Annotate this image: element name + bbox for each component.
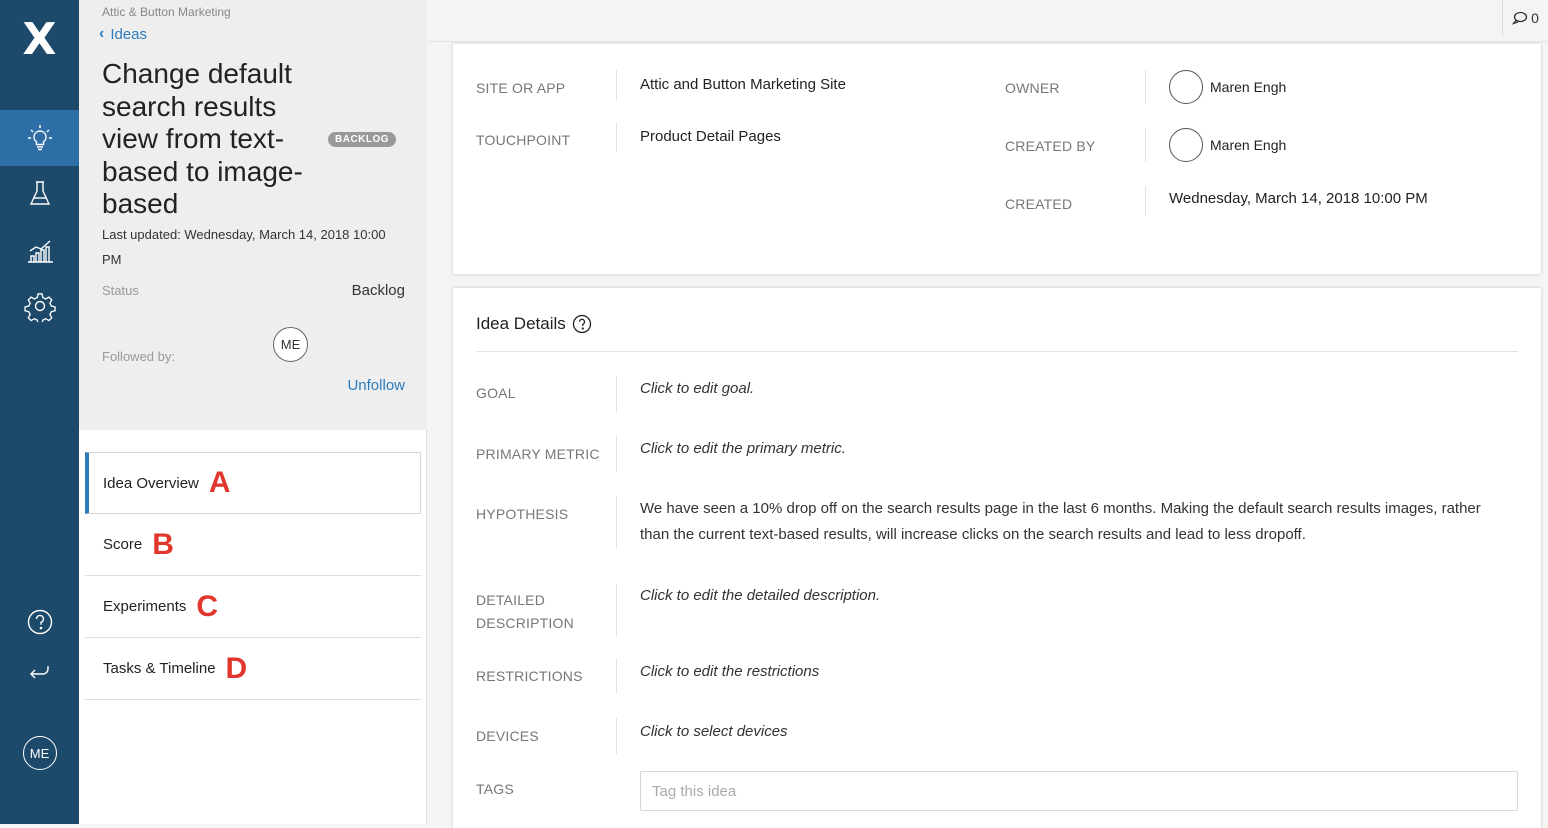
divider (616, 718, 617, 754)
user-avatar: ME (22, 736, 57, 770)
idea-header: Attic & Button Marketing ‹ Ideas Change … (79, 0, 427, 430)
annotation-letter: D (225, 651, 248, 685)
follower-avatar: ME (273, 327, 308, 362)
created-by-label: CREATED BY (1005, 138, 1096, 154)
user-initials: ME (29, 745, 50, 761)
divider (476, 351, 1518, 352)
site-label: SITE OR APP (476, 80, 566, 96)
status-value[interactable]: Backlog (311, 282, 405, 299)
menu-item-label: Experiments (103, 598, 187, 615)
menu-item-label: Idea Overview (103, 474, 199, 492)
nav-return[interactable] (0, 644, 79, 700)
comments-button[interactable]: 0 (1502, 0, 1548, 36)
restrictions-field[interactable]: Click to edit the restrictions (640, 663, 819, 680)
nav-settings[interactable] (0, 278, 79, 334)
org-name: Attic & Button Marketing (102, 5, 231, 19)
nav-reports[interactable] (0, 222, 79, 278)
idea-section-menu: Idea Overview A Score B Experiments C Ta… (85, 452, 421, 700)
status-label: Status (102, 283, 139, 298)
goal-field[interactable]: Click to edit goal. (640, 380, 754, 397)
created-label: CREATED (1005, 196, 1073, 212)
bar-chart-icon (27, 240, 53, 263)
divider (616, 436, 617, 472)
help-icon[interactable] (572, 314, 592, 334)
gear-icon (23, 293, 56, 322)
nav-ideas[interactable] (0, 110, 79, 166)
creator-name: Maren Engh (1210, 137, 1287, 153)
last-updated: Last updated: Wednesday, March 14, 2018 … (102, 227, 386, 267)
restrictions-label: RESTRICTIONS (476, 668, 583, 684)
app-logo[interactable]: X (0, 12, 79, 67)
site-value[interactable]: Attic and Button Marketing Site (640, 76, 846, 93)
hypothesis-field[interactable]: We have seen a 10% drop off on the searc… (640, 496, 1500, 548)
help-icon (27, 609, 52, 635)
primary-metric-label: PRIMARY METRIC (476, 446, 600, 462)
followed-by-label: Followed by: (102, 349, 175, 364)
idea-panel: Attic & Button Marketing ‹ Ideas Change … (79, 0, 427, 824)
tags-input[interactable] (640, 771, 1518, 811)
owner-name[interactable]: Maren Engh (1210, 79, 1286, 95)
owner-label: OWNER (1005, 80, 1060, 96)
idea-details-heading: Idea Details (476, 314, 566, 333)
divider (616, 376, 617, 412)
touchpoint-value[interactable]: Product Detail Pages (640, 128, 781, 145)
back-link-label: Ideas (110, 25, 148, 43)
goal-label: GOAL (476, 385, 516, 401)
creator-avatar (1169, 128, 1203, 162)
detailed-description-field[interactable]: Click to edit the detailed description. (640, 587, 880, 604)
idea-details-title: Idea Details (476, 314, 592, 334)
divider (616, 658, 617, 694)
menu-item-tasks-timeline[interactable]: Tasks & Timeline D (85, 638, 421, 700)
divider (616, 122, 617, 152)
status-badge: BACKLOG (328, 132, 397, 147)
hypothesis-label: HYPOTHESIS (476, 506, 569, 522)
chevron-left-icon: ‹ (99, 25, 105, 42)
menu-item-label: Score (103, 536, 143, 553)
divider (1145, 128, 1146, 162)
divider (616, 70, 617, 100)
devices-label: DEVICES (476, 728, 539, 744)
lightbulb-icon (27, 125, 52, 151)
nav-rail: X ME (0, 0, 79, 824)
touchpoint-label: TOUCHPOINT (476, 132, 571, 148)
divider (1145, 186, 1146, 216)
idea-summary-card: SITE OR APP Attic and Button Marketing S… (453, 44, 1541, 274)
divider (616, 496, 617, 548)
idea-title: Change default search results view from … (102, 58, 303, 219)
return-icon (29, 666, 49, 679)
divider (1145, 70, 1146, 104)
menu-item-idea-overview[interactable]: Idea Overview A (85, 452, 421, 514)
menu-item-score[interactable]: Score B (85, 514, 421, 576)
unfollow-link[interactable]: Unfollow (311, 377, 405, 394)
nav-user[interactable]: ME (0, 725, 79, 781)
created-value: Wednesday, March 14, 2018 10:00 PM (1169, 190, 1428, 207)
divider (616, 584, 617, 636)
follower-initials: ME (280, 337, 301, 352)
nav-help[interactable] (0, 594, 79, 650)
annotation-letter: B (152, 527, 174, 561)
annotation-letter: C (196, 589, 219, 623)
comment-count: 0 (1531, 10, 1539, 26)
devices-field[interactable]: Click to select devices (640, 723, 788, 740)
nav-experiments[interactable] (0, 166, 79, 222)
owner-avatar (1169, 70, 1203, 104)
menu-item-label: Tasks & Timeline (103, 660, 216, 677)
primary-metric-field[interactable]: Click to edit the primary metric. (640, 440, 846, 457)
flask-icon (29, 181, 50, 205)
back-to-ideas-link[interactable]: ‹ Ideas (99, 25, 147, 43)
tags-label: TAGS (476, 781, 514, 797)
comment-icon (1512, 11, 1528, 25)
detailed-description-label: DETAILED (476, 592, 546, 608)
detailed-description-label: DESCRIPTION (476, 615, 574, 631)
annotation-letter: A (208, 466, 231, 499)
top-bar: 0 (428, 0, 1548, 42)
menu-item-experiments[interactable]: Experiments C (85, 576, 421, 638)
idea-details-card: Idea Details GOAL Click to edit goal. PR… (453, 288, 1541, 828)
